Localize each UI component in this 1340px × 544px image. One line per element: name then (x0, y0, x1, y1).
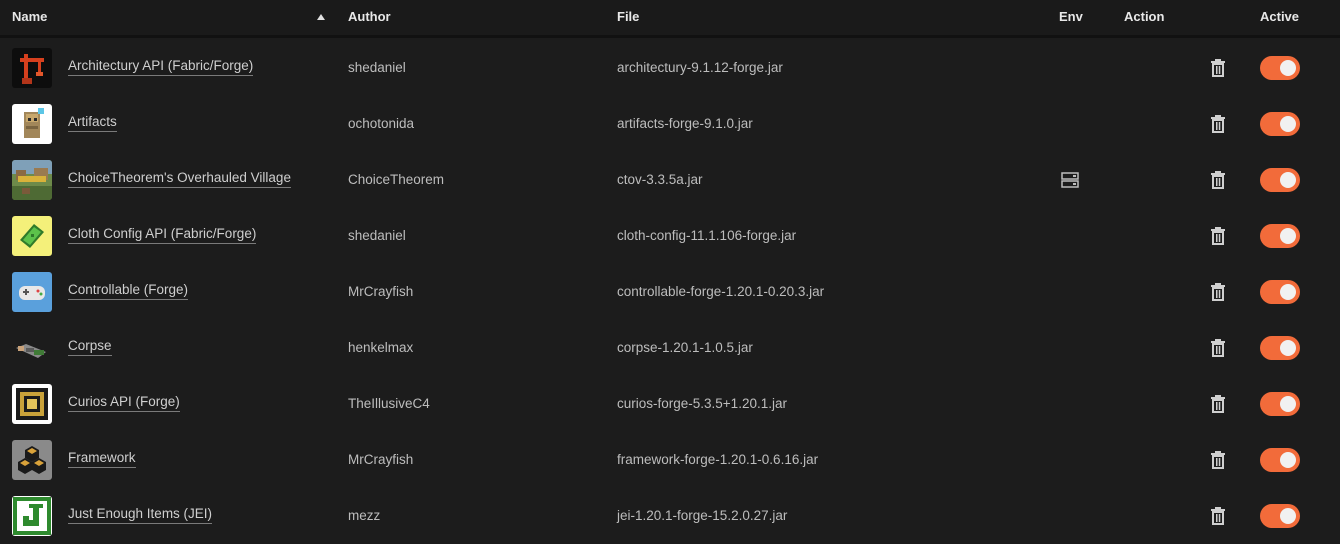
toggle-knob (1280, 284, 1296, 300)
mod-author: ChoiceTheorem (348, 172, 445, 187)
active-toggle[interactable] (1260, 280, 1300, 304)
mod-file: jei-1.20.1-forge-15.2.0.27.jar (617, 508, 788, 523)
active-toggle[interactable] (1260, 336, 1300, 360)
active-toggle[interactable] (1260, 448, 1300, 472)
mod-author: MrCrayfish (348, 452, 414, 467)
trash-icon[interactable] (1210, 283, 1226, 301)
active-toggle[interactable] (1260, 112, 1300, 136)
column-header-env[interactable]: Env (1059, 9, 1083, 24)
mods-table: Name Author File Env Action Active Archi… (0, 0, 1340, 541)
mod-file: controllable-forge-1.20.1-0.20.3.jar (617, 284, 825, 299)
mod-name-link[interactable]: Framework (68, 450, 136, 468)
curios-icon (12, 384, 52, 424)
mod-file: corpse-1.20.1-1.0.5.jar (617, 340, 753, 355)
mod-file: framework-forge-1.20.1-0.6.16.jar (617, 452, 819, 467)
column-header-name[interactable]: Name (12, 9, 47, 24)
table-row: Framework MrCrayfish framework-forge-1.2… (0, 432, 1340, 488)
mod-file: cloth-config-11.1.106-forge.jar (617, 228, 797, 243)
toggle-knob (1280, 60, 1296, 76)
mod-author: henkelmax (348, 340, 414, 355)
active-toggle[interactable] (1260, 168, 1300, 192)
mod-name-link[interactable]: Artifacts (68, 114, 117, 132)
mod-name-link[interactable]: Cloth Config API (Fabric/Forge) (68, 226, 257, 244)
sort-ascending-icon[interactable] (317, 14, 325, 20)
trash-icon[interactable] (1210, 227, 1226, 245)
mod-author: shedaniel (348, 60, 406, 75)
mod-file: artifacts-forge-9.1.0.jar (617, 116, 753, 131)
trash-icon[interactable] (1210, 339, 1226, 357)
architectury-icon (12, 48, 52, 88)
toggle-knob (1280, 172, 1296, 188)
jei-icon (12, 496, 52, 536)
mod-name-link[interactable]: Just Enough Items (JEI) (68, 506, 213, 524)
column-header-author[interactable]: Author (348, 9, 391, 24)
mod-file: architectury-9.1.12-forge.jar (617, 60, 783, 75)
table-row: Architectury API (Fabric/Forge) shedanie… (0, 40, 1340, 96)
toggle-knob (1280, 340, 1296, 356)
toggle-knob (1280, 452, 1296, 468)
table-row: Just Enough Items (JEI) mezz jei-1.20.1-… (0, 488, 1340, 544)
trash-icon[interactable] (1210, 451, 1226, 469)
mod-name-link[interactable]: Corpse (68, 338, 112, 356)
trash-icon[interactable] (1210, 171, 1226, 189)
toggle-knob (1280, 116, 1296, 132)
toggle-knob (1280, 228, 1296, 244)
toggle-knob (1280, 396, 1296, 412)
table-row: Controllable (Forge) MrCrayfish controll… (0, 264, 1340, 320)
toggle-knob (1280, 508, 1296, 524)
artifacts-icon (12, 104, 52, 144)
mod-name-link[interactable]: Controllable (Forge) (68, 282, 189, 300)
column-header-file[interactable]: File (617, 9, 639, 24)
active-toggle[interactable] (1260, 392, 1300, 416)
mod-author: MrCrayfish (348, 284, 414, 299)
table-row: ChoiceTheorem's Overhauled Village Choic… (0, 152, 1340, 208)
trash-icon[interactable] (1210, 395, 1226, 413)
table-header: Name Author File Env Action Active (0, 0, 1340, 38)
mod-author: mezz (348, 508, 381, 523)
trash-icon[interactable] (1210, 59, 1226, 77)
cloth-config-icon (12, 216, 52, 256)
mod-name-link[interactable]: ChoiceTheorem's Overhauled Village (68, 170, 291, 188)
mod-name-link[interactable]: Architectury API (Fabric/Forge) (68, 58, 254, 76)
table-row: Curios API (Forge) TheIllusiveC4 curios-… (0, 376, 1340, 432)
mod-author: shedaniel (348, 228, 406, 243)
mod-author: ochotonida (348, 116, 415, 131)
mod-name-link[interactable]: Curios API (Forge) (68, 394, 180, 412)
server-icon (1061, 172, 1079, 188)
mod-author: TheIllusiveC4 (348, 396, 430, 411)
active-toggle[interactable] (1260, 504, 1300, 528)
mod-file: curios-forge-5.3.5+1.20.1.jar (617, 396, 787, 411)
trash-icon[interactable] (1210, 507, 1226, 525)
mod-file: ctov-3.3.5a.jar (617, 172, 703, 187)
active-toggle[interactable] (1260, 224, 1300, 248)
controller-icon (12, 272, 52, 312)
framework-icon (12, 440, 52, 480)
column-header-action: Action (1124, 9, 1165, 24)
corpse-icon (12, 328, 52, 368)
active-toggle[interactable] (1260, 56, 1300, 80)
table-row: Artifacts ochotonida artifacts-forge-9.1… (0, 96, 1340, 152)
table-row: Cloth Config API (Fabric/Forge) shedanie… (0, 208, 1340, 264)
trash-icon[interactable] (1210, 115, 1226, 133)
column-header-active[interactable]: Active (1260, 9, 1299, 24)
overhauled-village-icon (12, 160, 52, 200)
table-row: Corpse henkelmax corpse-1.20.1-1.0.5.jar (0, 320, 1340, 376)
